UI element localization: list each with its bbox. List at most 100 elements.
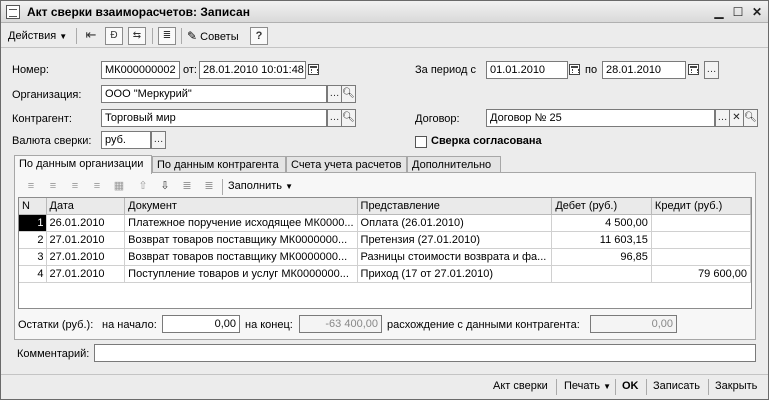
help-button[interactable]: ?: [250, 27, 268, 45]
period-select-button[interactable]: …: [704, 61, 719, 79]
sort-asc-icon[interactable]: ≣: [179, 179, 195, 193]
chevron-down-icon: ▼: [285, 182, 293, 191]
column-header-number[interactable]: N: [19, 198, 47, 215]
period-label: За период с: [415, 64, 477, 76]
clear-icon[interactable]: ✕: [729, 109, 744, 127]
row-date[interactable]: 27.01.2010: [46, 231, 126, 249]
structure-icon[interactable]: ⇆: [128, 27, 146, 45]
reconciliation-act-button[interactable]: Акт сверки: [493, 380, 548, 392]
currency-field[interactable]: руб.: [101, 131, 151, 149]
tab-additional[interactable]: Дополнительно: [407, 156, 501, 173]
print-label: Печать: [564, 380, 601, 392]
ok-button[interactable]: OK: [622, 380, 639, 392]
sort-desc-icon[interactable]: ≣: [201, 179, 217, 193]
currency-select-button[interactable]: …: [151, 131, 166, 149]
contractor-label: Контрагент:: [12, 113, 72, 125]
bottom-bar: Акт сверки Печать ▼ OK Записать Закрыть: [1, 374, 768, 399]
row-debit[interactable]: 11 603,15: [551, 231, 652, 249]
edit-row-icon[interactable]: ≡: [67, 179, 83, 193]
row-date[interactable]: 27.01.2010: [46, 248, 126, 266]
organization-field[interactable]: ООО "Меркурий": [101, 85, 327, 103]
row-credit[interactable]: [651, 214, 751, 232]
row-document[interactable]: Поступление товаров и услуг МК0000000...: [124, 265, 358, 283]
balances-label: Остатки (руб.):: [18, 319, 94, 331]
row-credit[interactable]: [651, 248, 751, 266]
row-document[interactable]: Платежное поручение исходящее МК0000...: [124, 214, 358, 232]
search-icon[interactable]: 🔍︎: [743, 109, 758, 127]
row-date[interactable]: 26.01.2010: [46, 214, 126, 232]
reconciliation-table: N Дата Документ Представление Дебет (руб…: [18, 197, 752, 309]
end-edit-icon[interactable]: ▦: [111, 179, 127, 193]
period-end-field[interactable]: 28.01.2010: [602, 61, 686, 79]
go-back-icon[interactable]: ⇤: [82, 27, 100, 45]
search-icon[interactable]: 🔍︎: [341, 109, 356, 127]
row-number: 4: [19, 265, 47, 283]
contractor-select-button[interactable]: …: [327, 109, 342, 127]
fill-menu[interactable]: Заполнить ▼: [228, 180, 293, 192]
currency-label: Валюта сверки:: [12, 135, 92, 147]
column-header-debit[interactable]: Дебет (руб.): [551, 198, 652, 215]
row-representation[interactable]: Разницы стоимости возврата и фа...: [357, 248, 553, 266]
contractor-field[interactable]: Торговый мир: [101, 109, 327, 127]
number-field[interactable]: МК000000002: [101, 61, 180, 79]
table-row[interactable]: 1 26.01.2010 Платежное поручение исходящ…: [19, 214, 751, 232]
column-header-representation[interactable]: Представление: [357, 198, 553, 215]
date-field[interactable]: 28.01.2010 10:01:48: [199, 61, 306, 79]
contract-field[interactable]: Договор № 25: [486, 109, 715, 127]
tab-organization-data[interactable]: По данным организации: [14, 155, 152, 174]
row-document[interactable]: Возврат товаров поставщику МК0000000...: [124, 231, 358, 249]
tips-button[interactable]: ✎ Советы: [187, 27, 239, 45]
from-label: от:: [183, 64, 197, 76]
print-form-icon[interactable]: ≣: [158, 27, 176, 45]
discrepancy-field: 0,00: [590, 315, 677, 333]
tab-contractor-data[interactable]: По данным контрагента: [152, 156, 286, 173]
close-button[interactable]: Закрыть: [715, 380, 757, 392]
row-document[interactable]: Возврат товаров поставщику МК0000000...: [124, 248, 358, 266]
contract-label: Договор:: [415, 113, 460, 125]
tab-accounts[interactable]: Счета учета расчетов: [286, 156, 407, 173]
column-header-document[interactable]: Документ: [124, 198, 358, 215]
start-balance-field[interactable]: 0,00: [162, 315, 240, 333]
chevron-down-icon: ▼: [603, 382, 612, 391]
row-representation[interactable]: Претензия (27.01.2010): [357, 231, 553, 249]
row-debit[interactable]: 96,85: [551, 248, 652, 266]
print-button[interactable]: Печать ▼: [564, 380, 611, 392]
row-debit[interactable]: [551, 265, 652, 283]
add-row-icon[interactable]: ≡: [23, 179, 39, 193]
row-representation[interactable]: Оплата (26.01.2010): [357, 214, 553, 232]
table-row[interactable]: 4 27.01.2010 Поступление товаров и услуг…: [19, 265, 751, 283]
row-credit[interactable]: 79 600,00: [651, 265, 751, 283]
calendar-icon[interactable]: [308, 64, 319, 75]
toolbar: Действия ▼ ⇤ Ð ⇆ ≣ ✎ Советы ?: [1, 24, 768, 48]
minimize-icon[interactable]: ▁: [711, 4, 727, 20]
document-icon: [6, 5, 20, 19]
period-start-field[interactable]: 01.01.2010: [486, 61, 568, 79]
row-representation[interactable]: Приход (17 от 27.01.2010): [357, 265, 553, 283]
column-header-credit[interactable]: Кредит (руб.): [651, 198, 751, 215]
table-row[interactable]: 2 27.01.2010 Возврат товаров поставщику …: [19, 231, 751, 249]
search-icon[interactable]: 🔍︎: [341, 85, 356, 103]
row-date[interactable]: 27.01.2010: [46, 265, 126, 283]
maximize-icon[interactable]: ☐: [730, 4, 746, 20]
move-down-icon[interactable]: ⇩: [157, 179, 173, 193]
comment-field[interactable]: [94, 344, 756, 362]
movements-icon[interactable]: Ð: [105, 27, 123, 45]
contract-select-button[interactable]: …: [715, 109, 730, 127]
copy-row-icon[interactable]: ≡: [45, 179, 61, 193]
row-credit[interactable]: [651, 231, 751, 249]
column-header-date[interactable]: Дата: [46, 198, 126, 215]
toolbar-divider: [181, 28, 182, 44]
actions-menu[interactable]: Действия ▼: [8, 27, 67, 45]
table-row[interactable]: 3 27.01.2010 Возврат товаров поставщику …: [19, 248, 751, 266]
end-balance-field: -63 400,00: [299, 315, 382, 333]
toolbar-divider: [152, 28, 153, 44]
calendar-icon[interactable]: [569, 64, 580, 75]
delete-row-icon[interactable]: ≡: [89, 179, 105, 193]
close-icon[interactable]: ✕: [749, 4, 765, 20]
save-button[interactable]: Записать: [653, 380, 700, 392]
calendar-icon[interactable]: [688, 64, 699, 75]
row-debit[interactable]: 4 500,00: [551, 214, 652, 232]
organization-select-button[interactable]: …: [327, 85, 342, 103]
move-up-icon[interactable]: ⇧: [135, 179, 151, 193]
agreed-checkbox[interactable]: [415, 136, 427, 148]
